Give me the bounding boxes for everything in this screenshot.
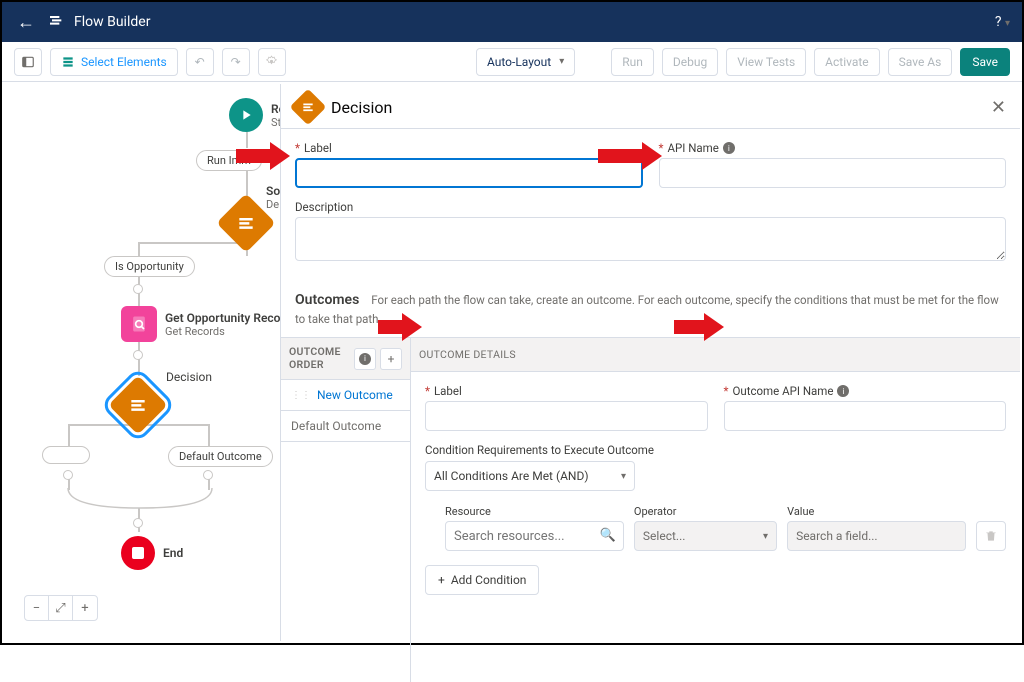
default-outcome-label: Default Outcome: [291, 419, 381, 433]
get-opp-title: Get Opportunity Record: [165, 311, 291, 325]
panel-title: Decision: [331, 98, 392, 117]
label-field-label: Label: [304, 141, 332, 155]
settings-button[interactable]: [258, 48, 286, 76]
decision-icon: [290, 89, 327, 126]
outcome-order-title: OUTCOME ORDER: [289, 346, 341, 371]
get-records-node[interactable]: [121, 306, 157, 342]
new-outcome-label: New Outcome: [317, 388, 393, 402]
zoom-fit-button[interactable]: ⤢: [49, 596, 73, 620]
decision-panel: Decision ✕ *Label *API Name i Descriptio…: [280, 84, 1020, 641]
drag-icon: ⋮⋮: [291, 390, 311, 401]
end-label: End: [163, 546, 183, 560]
outcome-label-input[interactable]: [425, 401, 708, 431]
decision-label-input[interactable]: [295, 158, 643, 188]
decision-node-1[interactable]: [216, 193, 275, 252]
layout-mode-dropdown[interactable]: Auto-Layout ▾: [476, 48, 575, 76]
view-tests-button[interactable]: View Tests: [726, 48, 806, 76]
add-node-circle[interactable]: [133, 284, 143, 294]
debug-button[interactable]: Debug: [662, 48, 718, 76]
flow-icon: [48, 12, 64, 32]
back-button[interactable]: ←: [14, 12, 38, 33]
add-outcome-button[interactable]: +: [380, 348, 402, 370]
operator-label: Operator: [634, 505, 777, 518]
zoom-out-button[interactable]: −: [25, 596, 49, 620]
outcome-label-label: Label: [434, 384, 462, 398]
decision-description-input[interactable]: [295, 217, 1006, 261]
toolbar: Select Elements ↶ ↷ Auto-Layout ▾ Run De…: [2, 42, 1022, 82]
start-node[interactable]: [229, 98, 263, 132]
zoom-controls: − ⤢ +: [24, 595, 98, 621]
outcome-pill-left[interactable]: [42, 446, 90, 464]
outcome-details-title: OUTCOME DETAILS: [411, 337, 1020, 372]
apiname-field-label: API Name: [667, 141, 718, 155]
node-sublabel: De: [266, 198, 280, 211]
add-condition-label: Add Condition: [451, 573, 527, 587]
outcome-item-new[interactable]: ⋮⋮ New Outcome: [281, 380, 410, 411]
select-elements-button[interactable]: Select Elements: [50, 48, 178, 76]
operator-placeholder: Select...: [643, 529, 685, 543]
add-node-circle-4[interactable]: [203, 470, 213, 480]
layout-mode-label: Auto-Layout: [487, 55, 551, 69]
resource-label: Resource: [445, 505, 624, 518]
zoom-in-button[interactable]: +: [73, 596, 97, 620]
decision-node-selected[interactable]: [108, 375, 167, 434]
select-elements-label: Select Elements: [81, 55, 167, 69]
cond-req-label: Condition Requirements to Execute Outcom…: [425, 443, 1006, 457]
outcome-api-label: Outcome API Name: [732, 384, 833, 398]
activate-button[interactable]: Activate: [814, 48, 880, 76]
value-placeholder: Search a field...: [796, 529, 878, 543]
value-label: Value: [787, 505, 966, 518]
condition-mode-value: All Conditions Are Met (AND): [434, 469, 589, 483]
run-button[interactable]: Run: [611, 48, 654, 76]
save-button[interactable]: Save: [960, 48, 1010, 76]
outcome-order-panel: OUTCOME ORDER i + ⋮⋮ New Outcome Default…: [281, 337, 411, 682]
condition-mode-select[interactable]: All Conditions Are Met (AND) ▾: [425, 461, 635, 491]
outcome-info-button[interactable]: i: [354, 348, 376, 370]
undo-button[interactable]: ↶: [186, 48, 214, 76]
get-opp-sub: Get Records: [165, 325, 291, 338]
delete-condition-button[interactable]: [976, 521, 1006, 551]
decision-apiname-input[interactable]: [659, 158, 1007, 188]
toggle-sidebar-button[interactable]: [14, 48, 42, 76]
operator-select[interactable]: Select... ▾: [634, 521, 777, 551]
outcomes-desc: For each path the flow can take, create …: [295, 293, 999, 326]
add-node-circle-3[interactable]: [63, 470, 73, 480]
info-icon[interactable]: i: [723, 142, 735, 154]
info-icon[interactable]: i: [837, 385, 849, 397]
node-label: So: [266, 184, 280, 198]
add-node-circle-2[interactable]: [133, 350, 143, 360]
page-title: Flow Builder: [74, 14, 150, 30]
value-input[interactable]: Search a field...: [787, 521, 966, 551]
end-node[interactable]: [121, 536, 155, 570]
default-outcome-pill[interactable]: Default Outcome: [168, 446, 273, 467]
add-node-circle-5[interactable]: [133, 518, 143, 528]
is-opportunity-pill[interactable]: Is Opportunity: [104, 256, 195, 277]
redo-button[interactable]: ↷: [222, 48, 250, 76]
save-as-button[interactable]: Save As: [888, 48, 953, 76]
resource-input[interactable]: [445, 521, 624, 551]
outcomes-title: Outcomes: [295, 292, 359, 308]
run-immediately-pill[interactable]: Run Imm: [196, 150, 262, 171]
description-label: Description: [295, 200, 353, 214]
outcome-api-input[interactable]: [724, 401, 1007, 431]
outcome-item-default[interactable]: Default Outcome: [281, 411, 410, 442]
close-panel-button[interactable]: ✕: [991, 97, 1006, 118]
decision-label: Decision: [166, 370, 212, 384]
help-menu[interactable]: ? ▾: [995, 14, 1010, 30]
search-icon: 🔍: [600, 528, 616, 543]
add-condition-button[interactable]: +Add Condition: [425, 565, 539, 595]
